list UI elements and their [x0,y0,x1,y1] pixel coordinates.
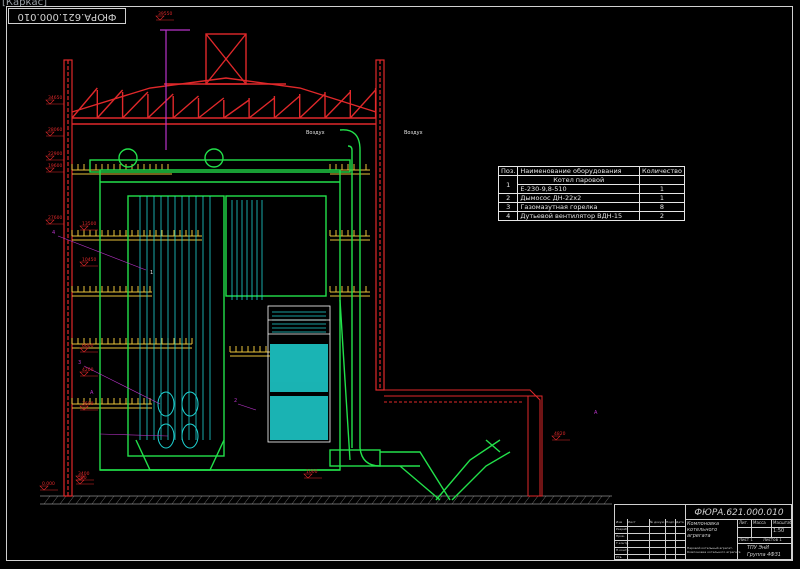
tb-row-label: Т.контр. [616,541,630,545]
air-in-left-label: Воздух [306,130,325,136]
label-pos-1: 1 [150,270,154,276]
spec-header-qty: Количество [639,166,685,176]
spec-row-qty: 8 [639,202,685,212]
drawing-name: Компоновка котельного агрегата [687,521,720,539]
drawing-scale: 1:50 [773,528,785,534]
burners [157,391,199,449]
elevation-label: 19600 [48,163,62,169]
drawing-code: ФЮРА.621.000.010 [694,508,784,518]
air-duct [329,129,511,501]
annex-structure [384,389,543,497]
elevation-label: 6600 [82,343,94,349]
elevation-label: 10450 [82,257,96,263]
spec-row-pos: 4 [497,211,519,221]
air-in-right-label: Воздух [404,130,423,136]
elevation-label: 4200 [82,367,94,373]
tb-sheet: Лист 1 [739,537,753,542]
label-pos-2: 2 [234,398,238,404]
spec-row-name: Е-230-9,8-510 [517,184,640,194]
spec-row-pos: 3 [497,202,519,212]
elevation-label: 500 [78,475,87,481]
roof-truss [71,33,377,125]
boiler-layout-drawing: 3955034650280602290019600135001045066004… [39,11,612,505]
tb-col-label: Лист [628,520,636,524]
cad-viewport[interactable]: [Каркас] ФЮРА.621.000.010 39550 34650 28… [0,0,800,569]
elevation-label: 34650 [48,95,62,101]
elevation-label: 4820 [554,431,566,437]
tb-row-label: Пров. [616,534,625,538]
tb-scale-header: Масштаб [773,520,793,525]
tb-mass-header: Масса [753,520,766,525]
spec-row-pos: 2 [497,193,519,203]
tb-lit-header: Лит. [739,520,749,525]
elevation-label: 3600 [82,401,94,407]
spec-row-qty: 2 [639,211,685,221]
tb-row-label: Н.контр. [616,548,630,552]
spec-row-qty [639,175,685,185]
tb-organization: ТПУ ЭнИ [747,545,769,551]
label-pos-3: 3 [78,360,82,366]
ground-hatch [40,495,612,505]
tb-group: Группа 4ФЗ1 [747,552,781,558]
elevation-label: 27600 [48,215,62,221]
spec-row-name: Дымосос ДН-22х2 [517,193,640,203]
tb-note: Паровой котельный агрегат. Компоновка ко… [687,546,741,554]
elevation-label: 0.000 [42,481,55,487]
section-mark-a-left: А [90,390,94,396]
elevation-label: 39550 [158,11,172,17]
elevation-label: 1000 [306,469,318,475]
tb-row-label: Изм [616,520,623,524]
spec-row-name: Дутьевой вентилятор ВДН-15 [517,211,640,221]
spec-header-pos: Поз. [497,166,519,176]
tb-sheets: Листов 1 [763,537,782,542]
spec-row-name: Газомазутная горелка [517,202,640,212]
specification-table: Поз. Наименование оборудования Количеств… [497,166,685,221]
spec-row-name: Котел паровой [517,175,640,185]
tb-row-label: Утв. [616,555,623,559]
tb-col-label: № докум. [650,520,665,524]
tb-col-label: Дата [676,520,684,524]
spec-row-qty: 1 [639,184,685,194]
elevation-label: 22900 [48,151,62,157]
spec-row-pos: 1 [497,175,519,194]
convective-pass [270,344,328,440]
tb-row-label: Разраб. [616,527,628,531]
spec-header-name: Наименование оборудования [517,166,640,176]
elevation-label: 13500 [82,221,96,227]
spec-row-qty: 1 [639,193,685,203]
tb-col-label: Подп. [666,520,676,524]
title-block: Изм Разраб. Пров. Т.контр. Н.контр. Утв.… [614,504,793,561]
steam-line [160,29,190,150]
label-pos-4: 4 [52,230,56,236]
elevation-label: 28060 [48,127,62,133]
section-mark-a-right: А [594,410,598,416]
